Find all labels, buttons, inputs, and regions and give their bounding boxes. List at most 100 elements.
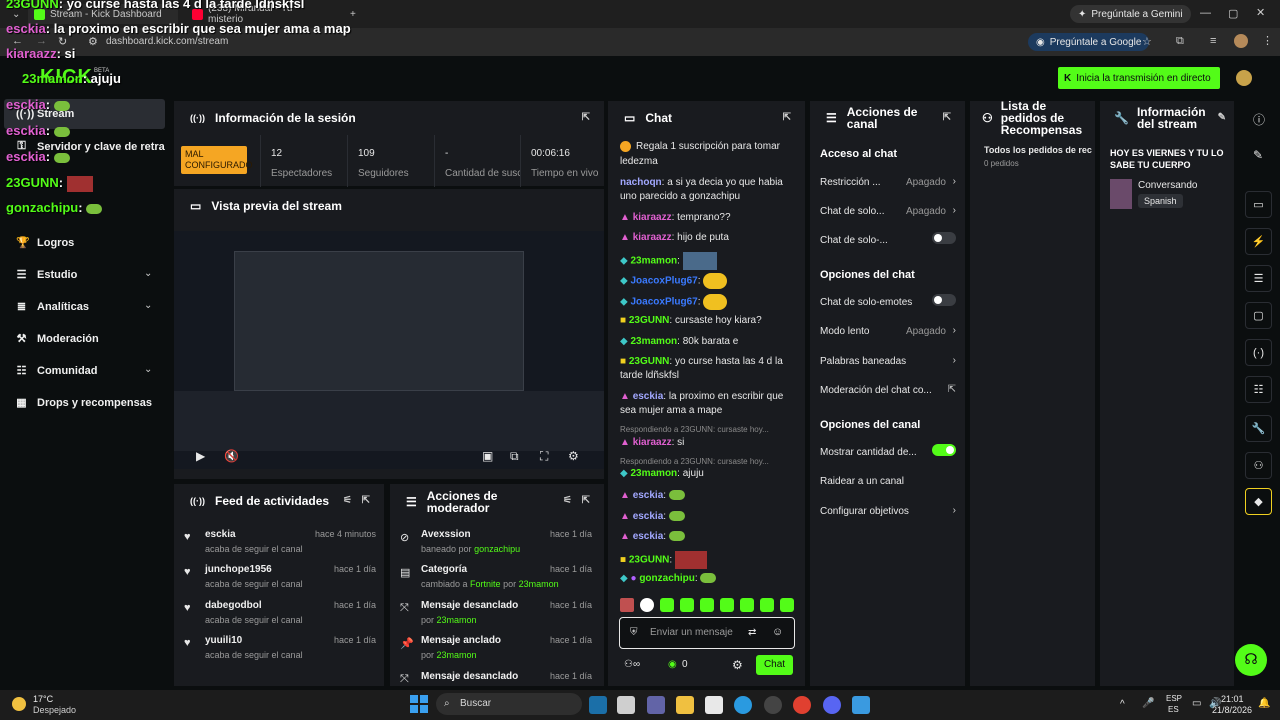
popout-icon[interactable]: ⇱ [582,495,590,506]
emote-icon[interactable] [780,598,794,612]
language-indicator[interactable]: ESP [1166,694,1182,703]
emote-icon[interactable] [740,598,754,612]
start-stream-button[interactable]: K Inicia la transmisión en directo [1058,67,1220,89]
filter-icon[interactable]: ⚟ [343,495,352,506]
users-icon[interactable]: ⚇∞ [624,659,640,670]
setting-restriction[interactable]: Restricción ... Apagado › [820,176,956,188]
setting-banned-words[interactable]: Palabras baneadas › [820,355,956,367]
rail-broadcast-icon[interactable]: (·) [1245,339,1272,366]
pip-icon[interactable]: ⧉ [510,449,519,464]
browser-menu-icon[interactable]: ⋮ [1262,34,1273,47]
gemini-button[interactable]: ✦ Pregúntale a Gemini [1070,5,1191,23]
emote-icon[interactable] [720,598,734,612]
toggle-switch[interactable] [932,444,956,456]
translate-icon[interactable]: ⇄ [748,627,756,638]
setting-goals[interactable]: Configurar objetivos › [820,505,956,517]
chevron-down-icon[interactable]: ⌄ [144,364,152,375]
toggle-switch[interactable] [932,294,956,306]
popout-icon[interactable]: ⇱ [783,112,791,123]
app-icon[interactable] [852,696,870,714]
sidebar-item-analiticas[interactable]: ≣ Analíticas [16,300,89,314]
steam-icon[interactable] [589,696,607,714]
setting-raid[interactable]: Raidear a un canal [820,476,956,487]
network-icon[interactable]: ▭ [1192,698,1201,709]
mute-icon[interactable]: 🔇 [224,449,239,463]
maximize-button[interactable]: ▢ [1228,7,1238,20]
popout-icon[interactable]: ⇱ [362,495,370,506]
sidebar-item-drops[interactable]: ▦ Drops y recompensas [16,396,152,410]
teams-icon[interactable] [647,696,665,714]
tray-chevron-icon[interactable]: ^ [1120,699,1125,710]
folder-icon[interactable] [676,696,694,714]
extensions-icon[interactable]: ⧉ [1176,35,1184,48]
info-icon[interactable]: ⓘ [1253,111,1265,128]
setting-show-count[interactable]: Mostrar cantidad de... [820,444,956,458]
emote-icon[interactable] [760,598,774,612]
site-info-icon[interactable]: ⚙ [88,35,98,48]
sidebar-item-comunidad[interactable]: ☷ Comunidad [16,364,98,378]
weather-icon[interactable] [12,697,26,711]
setting-chat-solo[interactable]: Chat de solo... Apagado › [820,205,956,217]
chat-settings-icon[interactable]: ⚙ [732,658,743,672]
emote-icon[interactable] [700,598,714,612]
edit-icon[interactable]: ✎ [1253,148,1263,162]
rail-wrench-icon[interactable]: 🔧 [1245,415,1272,442]
chevron-down-icon[interactable]: ⌄ [144,300,152,311]
emote-icon[interactable] [620,598,634,612]
rail-mod-icon[interactable]: ☷ [1245,376,1272,403]
chevron-down-icon[interactable]: ⌄ [144,268,152,279]
discord-icon[interactable] [823,696,841,714]
user-avatar[interactable] [1236,70,1252,86]
pinned-message[interactable]: Regala 1 suscripción para tomar [620,140,796,154]
stream-video[interactable]: ▶ 🔇 ▣ ⧉ ⛶ ⚙ [174,231,604,469]
theater-icon[interactable]: ▣ [482,449,493,463]
sidebar-item-logros[interactable]: 🏆 Logros [16,236,74,250]
notification-bell-icon[interactable]: 🔔 [1258,698,1270,709]
bookmark-star-icon[interactable]: ☆ [1142,35,1152,48]
capcut-icon[interactable] [705,696,723,714]
setting-slow-mode[interactable]: Modo lento Apagado › [820,325,956,337]
google-lens-button[interactable]: ◉ Pregúntale a Google [1028,33,1150,51]
toggle-switch[interactable] [932,232,956,244]
obs-icon[interactable] [764,696,782,714]
minimize-button[interactable]: — [1200,7,1211,19]
misconfigured-badge[interactable]: MAL CONFIGURADO [181,146,253,174]
rail-list-icon[interactable]: ☰ [1245,265,1272,292]
url-field[interactable]: dashboard.kick.com/stream [106,36,228,47]
filter-icon[interactable]: ⚟ [563,495,572,506]
setting-chat-moderation[interactable]: Moderación del chat co... ⇱ [820,384,956,396]
emote-icon[interactable] [660,598,674,612]
emote-icon[interactable] [680,598,694,612]
popout-icon[interactable]: ⇱ [582,112,590,123]
rail-chat-icon[interactable]: ▢ [1245,302,1272,329]
close-window-button[interactable]: ✕ [1256,6,1265,19]
settings-icon[interactable]: ⚙ [568,449,579,463]
setting-emotes-only[interactable]: Chat de solo-emotes [820,294,956,308]
play-icon[interactable]: ▶ [196,449,205,463]
profile-avatar[interactable] [1234,34,1248,48]
chat-send-button[interactable]: Chat [756,655,793,675]
rail-preview-icon[interactable]: ▭ [1245,191,1272,218]
setting-chat-solo-2[interactable]: Chat de solo-... [820,232,956,246]
edge-icon[interactable] [734,696,752,714]
windows-start-icon[interactable] [410,695,428,713]
store-icon[interactable] [617,696,635,714]
emoji-icon[interactable]: ☺ [772,626,783,638]
support-chat-button[interactable]: ☊ [1235,644,1267,676]
chrome-icon[interactable] [793,696,811,714]
sidebar-item-moderacion[interactable]: ⚒ Moderación [16,332,99,346]
rail-rewards-icon[interactable]: ⚇ [1245,452,1272,479]
clock-date[interactable]: 21/8/2026 [1212,705,1252,715]
mic-icon[interactable]: 🎤 [1142,698,1154,709]
category-name[interactable]: Conversando [1138,180,1197,191]
fullscreen-icon[interactable]: ⛶ [540,449,548,464]
emote-icon[interactable] [640,598,654,612]
taskbar-search[interactable]: ⌕ Buscar [436,693,582,715]
rail-bolt-icon[interactable]: ⚡ [1245,228,1272,255]
sidebar-item-estudio[interactable]: ☰ Estudio [16,268,78,282]
media-icon[interactable]: ≡ [1210,35,1216,47]
popout-icon[interactable]: ⇱ [943,112,951,123]
rail-gift-icon[interactable]: ◆ [1245,488,1272,515]
chat-input[interactable]: ⛨ Enviar un mensaje ⇄ ☺ [619,617,795,649]
edit-icon[interactable]: ✎ [1218,112,1226,123]
